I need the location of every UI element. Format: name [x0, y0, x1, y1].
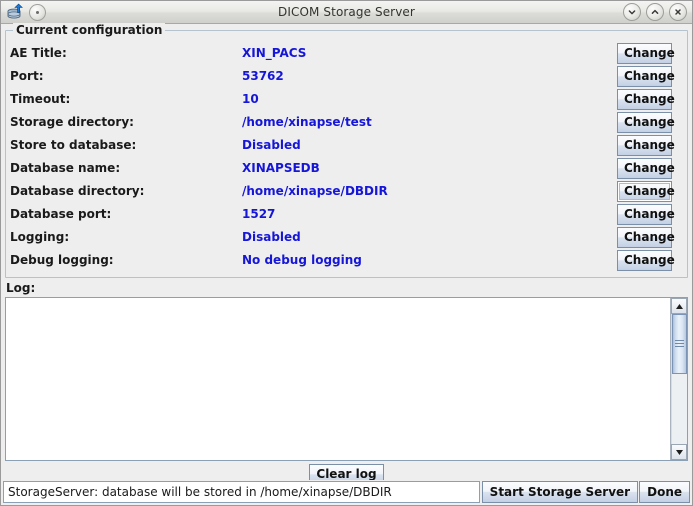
current-configuration-group: Current configuration AE Title: XIN_PACS C… — [5, 23, 688, 278]
config-row: Database port: 1527 Change — [10, 202, 683, 225]
log-label: Log: — [6, 281, 36, 295]
scroll-up-arrow-icon[interactable] — [671, 298, 687, 314]
status-bar: StorageServer: database will be stored i… — [1, 480, 692, 505]
config-action-cell: Change — [617, 87, 683, 110]
config-action-cell: Change — [617, 156, 683, 179]
change-button[interactable]: Change — [617, 88, 675, 110]
configuration-table: AE Title: XIN_PACS Change Port: 53762 Change T… — [10, 41, 683, 271]
maximize-button[interactable] — [646, 3, 664, 21]
log-textarea[interactable] — [6, 298, 670, 460]
config-row: Database name: XINAPSEDB Change — [10, 156, 683, 179]
config-value: /home/xinapse/test — [242, 114, 372, 129]
change-button[interactable]: Change — [617, 111, 675, 133]
start-storage-server-button[interactable]: Start Storage Server — [481, 481, 639, 503]
done-button[interactable]: Done — [639, 481, 690, 503]
config-action-cell: Change — [617, 248, 683, 271]
config-label: Database port: — [10, 206, 112, 221]
config-row: Port: 53762 Change — [10, 64, 683, 87]
scroll-down-arrow-icon[interactable] — [671, 444, 687, 460]
config-label: Timeout: — [10, 91, 71, 106]
config-action-cell: Change — [617, 110, 683, 133]
config-value: /home/xinapse/DBDIR — [242, 183, 388, 198]
config-row: Debug logging: No debug logging Change — [10, 248, 683, 271]
config-value: 53762 — [242, 68, 284, 83]
config-row: Store to database: Disabled Change — [10, 133, 683, 156]
config-action-cell: Change — [617, 179, 683, 202]
config-row: AE Title: XIN_PACS Change — [10, 41, 683, 64]
config-label: Logging: — [10, 229, 70, 244]
config-label: Store to database: — [10, 137, 137, 152]
change-button[interactable]: Change — [617, 226, 675, 248]
config-row: Database directory: /home/xinapse/DBDIR Ch… — [10, 179, 683, 202]
log-scrollbar[interactable] — [670, 298, 687, 460]
status-bar-buttons: Start Storage Server Done — [481, 481, 690, 503]
change-button[interactable]: Change — [617, 42, 675, 64]
scrollbar-track[interactable] — [671, 314, 687, 444]
config-value: No debug logging — [242, 252, 362, 267]
change-button[interactable]: Change — [617, 249, 675, 271]
config-action-cell: Change — [617, 64, 683, 87]
minimize-button[interactable] — [623, 3, 641, 21]
group-title: Current configuration — [13, 23, 166, 37]
config-action-cell: Change — [617, 133, 683, 156]
config-label: Port: — [10, 68, 44, 83]
config-value: XIN_PACS — [242, 45, 307, 60]
scrollbar-grip-icon — [675, 338, 684, 349]
config-value: Disabled — [242, 229, 301, 244]
dicom-storage-server-window: DICOM Storage Server Current configurati… — [0, 0, 693, 506]
config-label: Database directory: — [10, 183, 145, 198]
config-label: Storage directory: — [10, 114, 134, 129]
config-row: Storage directory: /home/xinapse/test Chan… — [10, 110, 683, 133]
config-value: 1527 — [242, 206, 276, 221]
config-row: Timeout: 10 Change — [10, 87, 683, 110]
title-bar: DICOM Storage Server — [1, 1, 692, 24]
change-button[interactable]: Change — [617, 134, 675, 156]
change-button[interactable]: Change — [617, 157, 675, 179]
title-bar-left-controls — [1, 3, 46, 21]
main-content: Current configuration AE Title: XIN_PACS C… — [1, 23, 692, 488]
config-label: Database name: — [10, 160, 121, 175]
window-title: DICOM Storage Server — [278, 5, 415, 19]
close-button[interactable] — [669, 3, 687, 21]
config-value: 10 — [242, 91, 259, 106]
window-controls — [623, 3, 687, 21]
change-button[interactable]: Change — [617, 65, 675, 87]
change-button[interactable]: Change — [617, 203, 675, 225]
scrollbar-thumb[interactable] — [672, 314, 687, 374]
config-value: XINAPSEDB — [242, 160, 320, 175]
config-value: Disabled — [242, 137, 301, 152]
log-panel — [5, 297, 688, 461]
change-button[interactable]: Change — [617, 180, 675, 202]
config-row: Logging: Disabled Change — [10, 225, 683, 248]
status-message: StorageServer: database will be stored i… — [3, 481, 480, 503]
config-action-cell: Change — [617, 225, 683, 248]
config-label: Debug logging: — [10, 252, 114, 267]
config-action-cell: Change — [617, 202, 683, 225]
window-menu-button[interactable] — [29, 3, 46, 21]
config-label: AE Title: — [10, 45, 67, 60]
database-upload-icon — [6, 3, 24, 21]
config-action-cell: Change — [617, 41, 683, 64]
